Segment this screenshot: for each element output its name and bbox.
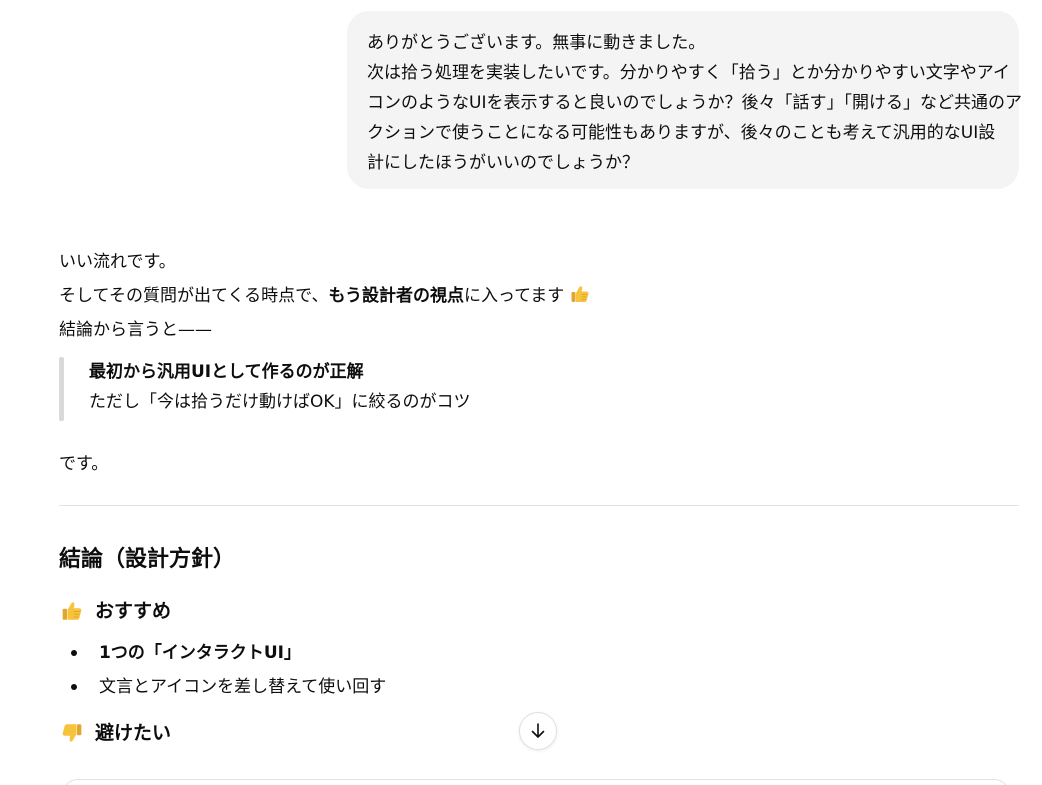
scroll-to-bottom-button[interactable] (519, 712, 557, 750)
recommend-list: 1つの「インタラクトUI」 文言とアイコンを差し替えて使い回す (59, 636, 1019, 704)
assistant-bold-text: もう設計者の視点 (328, 286, 464, 306)
assistant-paragraph: そしてその質問が出てくる時点で、もう設計者の視点に入ってます (59, 279, 1019, 313)
avoid-heading-label: 避けたい (95, 722, 172, 744)
blockquote-text: ただし「今は拾うだけ動けばOK」に絞るのがコツ (89, 392, 471, 412)
arrow-down-icon (531, 723, 545, 738)
assistant-text: に入ってます (463, 286, 565, 306)
blockquote: 最初から汎用UIとして作るのが正解 ただし「今は拾うだけ動けばOK」に絞るのがコ… (59, 357, 1019, 421)
section-heading: 結論（設計方針） (59, 547, 236, 572)
blockquote-bar (59, 357, 64, 421)
assistant-message: いい流れです。 そしてその質問が出てくる時点で、もう設計者の視点に入ってます 結… (59, 245, 1019, 748)
thumbs-up-icon (571, 286, 589, 302)
list-item-text: 文言とアイコンを差し替えて使い回す (99, 677, 387, 697)
user-message-bubble: ありがとうございます。無事に動きました。 次は拾う処理を実装したいです。分かりや… (347, 11, 1022, 189)
recommend-heading: おすすめ (59, 596, 1019, 626)
thumbs-down-icon (62, 724, 82, 742)
list-item-text: 1つの「インタラクトUI」 (99, 643, 301, 663)
blockquote-title: 最初から汎用UIとして作るのが正解 (89, 362, 364, 382)
list-item: 1つの「インタラクトUI」 (59, 636, 1019, 670)
user-message-line: クションで使うことになる可能性もありますが、後々のことも考えて汎用的なUI設 (367, 123, 996, 143)
code-block-card (62, 779, 1010, 785)
list-item: 文言とアイコンを差し替えて使い回す (59, 670, 1019, 704)
recommend-heading-label: おすすめ (95, 600, 172, 622)
chat-page: ありがとうございます。無事に動きました。 次は拾う処理を実装したいです。分かりや… (0, 0, 1042, 785)
thumbs-up-icon (62, 602, 82, 620)
bullet-dot (71, 684, 77, 690)
user-message-line: 次は拾う処理を実装したいです。分かりやすく「拾う」とか分かりやすい文字やアイ (367, 63, 1010, 83)
assistant-text: そしてその質問が出てくる時点で、 (59, 286, 329, 306)
user-message-line: コンのようなUIを表示すると良いのでしょうか？後々「話す」「開ける」など共通のア (367, 93, 1022, 113)
user-message-line: ありがとうございます。無事に動きました。 (367, 33, 706, 53)
assistant-paragraph: いい流れです。 (59, 252, 176, 272)
section-divider (59, 505, 1019, 506)
bullet-dot (71, 650, 77, 656)
assistant-paragraph: 結論から言うと—— (59, 320, 212, 340)
assistant-paragraph: です。 (59, 454, 109, 474)
user-message-line: 計にしたほうがいいのでしょうか？ (367, 153, 639, 173)
